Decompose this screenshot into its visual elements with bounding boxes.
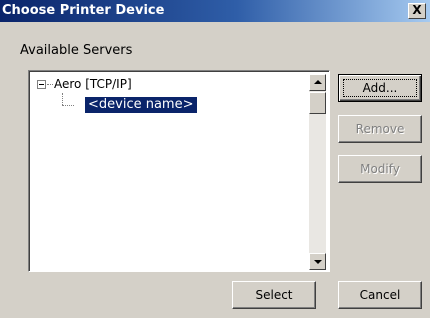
title-bar[interactable]: Choose Printer Device X [0,0,430,22]
remove-button-label: Remove [355,122,405,136]
tree-connector-child [62,105,74,106]
scroll-down-button[interactable] [309,253,326,270]
tree-connector [47,84,53,85]
server-tree[interactable]: Aero [TCP/IP] <device name> [28,70,330,272]
tree-scrollbar[interactable] [309,74,326,270]
close-icon[interactable]: X [408,3,426,19]
modify-button[interactable]: Modify [338,155,422,183]
cancel-button[interactable]: Cancel [338,281,422,309]
collapse-icon[interactable] [37,80,46,89]
available-servers-label: Available Servers [20,43,133,58]
remove-button[interactable]: Remove [338,115,422,143]
dialog-title: Choose Printer Device [2,3,165,18]
scroll-thumb[interactable] [309,92,326,114]
tree-connector-vertical [62,93,63,105]
choose-printer-dialog: Choose Printer Device X Available Server… [0,0,430,318]
add-button[interactable]: Add... [338,74,422,102]
scroll-up-button[interactable] [309,74,326,91]
modify-button-label: Modify [360,162,400,176]
tree-node-server[interactable]: Aero [TCP/IP] [54,77,132,91]
select-button-label: Select [255,288,293,302]
tree-frame: Aero [TCP/IP] <device name> [29,71,329,271]
scroll-down-icon [314,260,322,264]
cancel-button-label: Cancel [359,288,401,302]
tree-node-device-selected[interactable]: <device name> [85,97,197,113]
focus-rect [343,79,417,97]
scroll-up-icon [314,80,322,84]
select-button[interactable]: Select [232,281,316,309]
